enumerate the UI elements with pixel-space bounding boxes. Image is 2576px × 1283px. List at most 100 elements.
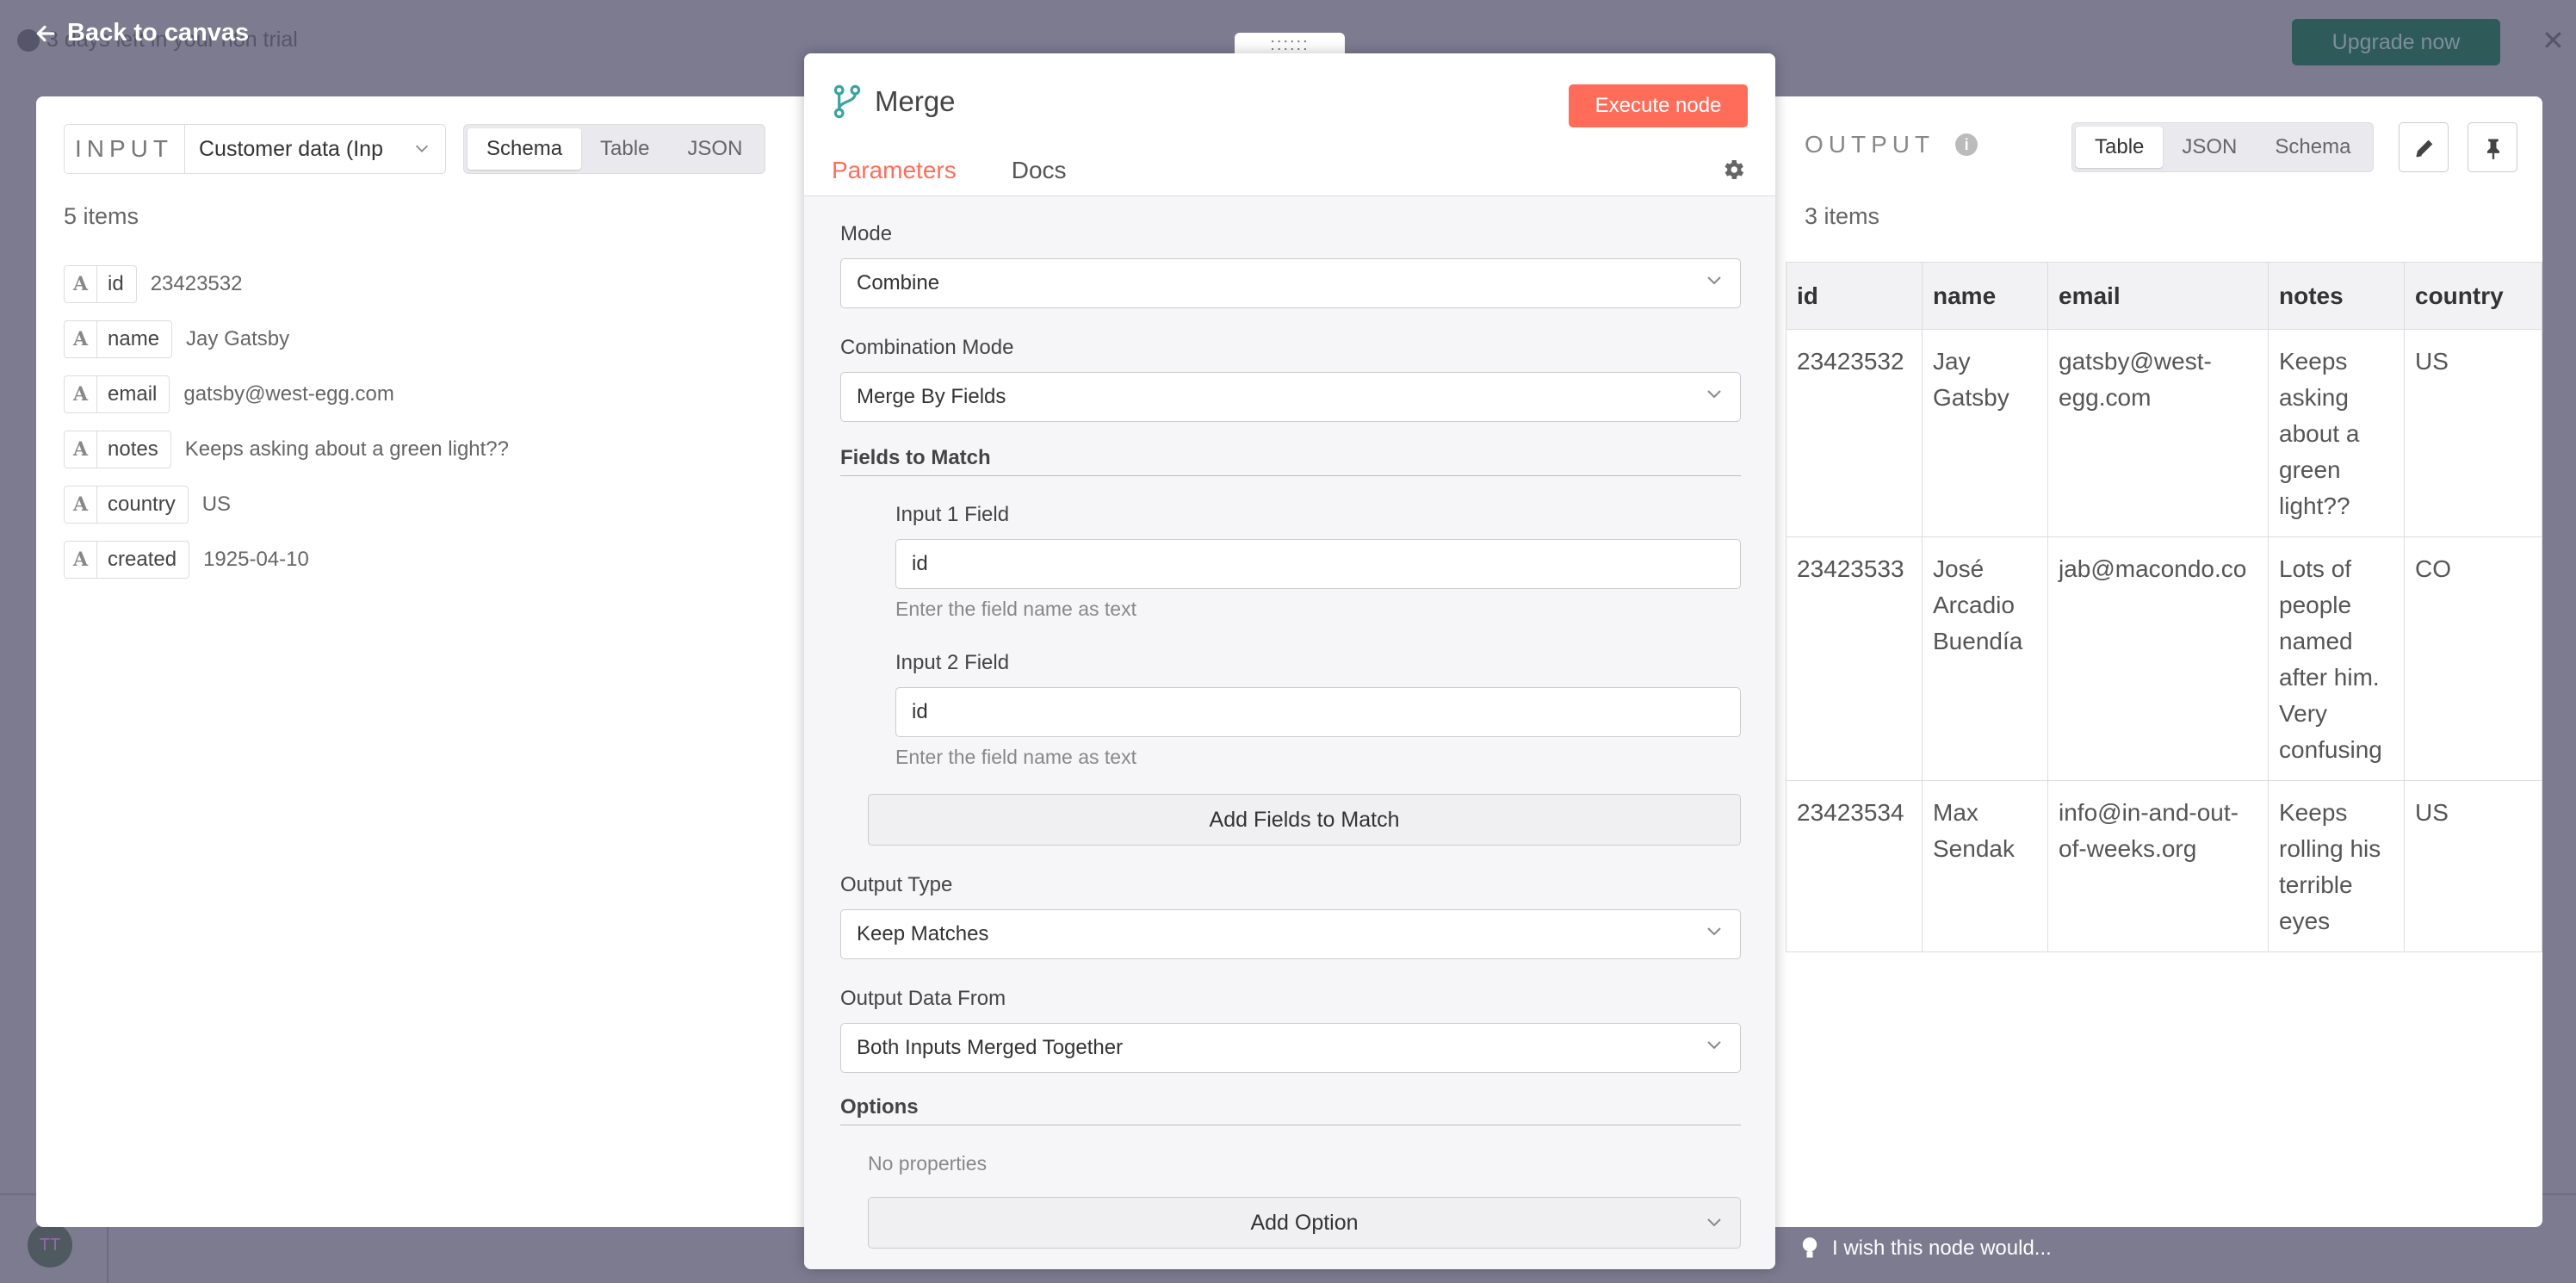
output-view-table[interactable]: Table xyxy=(2076,127,2164,168)
schema-key[interactable]: Anotes xyxy=(64,431,171,468)
output-table: id name email notes country 23423532 Jay… xyxy=(1786,262,2542,952)
input-source-value: Customer data (Inp xyxy=(199,137,383,161)
node-title: Merge xyxy=(833,84,956,119)
output-type-select[interactable]: Keep Matches xyxy=(840,909,1741,959)
string-type-icon: A xyxy=(65,487,97,523)
schema-row: Acreated 1925-04-10 xyxy=(64,541,309,579)
add-option-label: Add Option xyxy=(1250,1211,1359,1235)
input-view-schema[interactable]: Schema xyxy=(468,128,582,170)
chevron-down-icon xyxy=(1707,927,1721,936)
upgrade-button: Upgrade now xyxy=(2292,19,2500,65)
input-items-count: 5 items xyxy=(64,203,139,229)
back-to-canvas-link[interactable]: Back to canvas xyxy=(34,19,249,47)
fields-to-match-title: Fields to Match xyxy=(840,446,1741,476)
mode-value: Combine xyxy=(857,271,940,294)
execute-node-button[interactable]: Execute node xyxy=(1569,84,1748,127)
output-data-from-value: Both Inputs Merged Together xyxy=(857,1036,1124,1059)
back-link-label: Back to canvas xyxy=(67,19,250,46)
input-panel: INPUT Customer data (Inp Schema Table JS… xyxy=(36,96,811,1227)
schema-row: Aemail gatsby@west-egg.com xyxy=(64,375,394,413)
table-cell: gatsby@west-egg.com xyxy=(2047,329,2269,537)
output-type-value: Keep Matches xyxy=(857,922,989,945)
schema-key[interactable]: Aemail xyxy=(64,375,170,413)
input1-field-input[interactable]: id xyxy=(895,539,1741,589)
pin-data-button[interactable] xyxy=(2468,122,2517,172)
output-view-schema[interactable]: Schema xyxy=(2256,127,2369,168)
output-data-from-select[interactable]: Both Inputs Merged Together xyxy=(840,1023,1741,1073)
schema-key[interactable]: Aname xyxy=(64,320,173,358)
schema-value: Keeps asking about a green light?? xyxy=(184,437,509,461)
string-type-icon: A xyxy=(65,376,97,412)
table-cell: CO xyxy=(2404,536,2542,781)
table-cell: Keeps rolling his terrible eyes xyxy=(2268,780,2405,952)
arrow-left-icon xyxy=(36,25,55,41)
input2-field-hint: Enter the field name as text xyxy=(895,746,1136,768)
output-view-json[interactable]: JSON xyxy=(2163,127,2256,168)
no-properties-text: No properties xyxy=(868,1152,988,1175)
merge-icon xyxy=(833,84,861,119)
chevron-down-icon xyxy=(1707,390,1721,399)
schema-value: gatsby@west-egg.com xyxy=(183,382,394,406)
schema-row: Acountry US xyxy=(64,486,231,524)
close-icon: ✕ xyxy=(2542,25,2565,56)
schema-value: US xyxy=(201,493,232,516)
column-header-id[interactable]: id xyxy=(1786,262,1923,330)
pin-icon xyxy=(2487,139,2499,159)
edit-output-button[interactable] xyxy=(2399,122,2449,172)
column-header-country[interactable]: country xyxy=(2404,262,2542,330)
lightbulb-icon xyxy=(1802,1237,1817,1258)
schema-row: Aid 23423532 xyxy=(64,265,242,303)
table-cell: jab@macondo.co xyxy=(2047,536,2269,781)
table-cell: José Arcadio Buendía xyxy=(1922,536,2048,781)
input2-field-input[interactable]: id xyxy=(895,687,1741,737)
table-cell: US xyxy=(2404,329,2542,537)
chevron-down-icon xyxy=(1707,1218,1721,1227)
string-type-icon: A xyxy=(65,542,97,578)
options-title: Options xyxy=(840,1095,1741,1125)
feedback-label: I wish this node would... xyxy=(1832,1237,2052,1260)
output-items-count: 3 items xyxy=(1805,203,1880,229)
column-header-name[interactable]: name xyxy=(1922,262,2048,330)
add-fields-to-match-button[interactable]: Add Fields to Match xyxy=(868,794,1741,846)
mode-label: Mode xyxy=(840,222,893,245)
combination-mode-value: Merge By Fields xyxy=(857,385,1006,408)
schema-key-label: id xyxy=(108,272,124,295)
avatar: TT xyxy=(28,1223,72,1268)
table-cell: 23423532 xyxy=(1786,329,1923,537)
input-label: INPUT xyxy=(65,125,185,173)
table-row: 23423534 Max Sendak info@in-and-out-of-w… xyxy=(1786,780,2542,952)
table-cell: 23423533 xyxy=(1786,536,1923,781)
schema-row: Anotes Keeps asking about a green light?… xyxy=(64,431,509,468)
input2-field-label: Input 2 Field xyxy=(895,651,1010,674)
table-cell: Keeps asking about a green light?? xyxy=(2268,329,2405,537)
schema-key[interactable]: Acountry xyxy=(64,486,189,524)
combination-mode-select[interactable]: Merge By Fields xyxy=(840,372,1741,422)
chevron-down-icon xyxy=(1707,276,1721,285)
schema-value: Jay Gatsby xyxy=(186,327,290,350)
schema-key-label: email xyxy=(108,382,158,406)
output-type-label: Output Type xyxy=(840,873,953,896)
column-header-email[interactable]: email xyxy=(2047,262,2269,330)
node-name[interactable]: Merge xyxy=(875,85,956,118)
column-header-notes[interactable]: notes xyxy=(2268,262,2405,330)
feedback-link[interactable]: I wish this node would... xyxy=(1801,1237,2052,1261)
gear-icon[interactable] xyxy=(1720,157,1746,183)
output-data-from-label: Output Data From xyxy=(840,987,1006,1010)
schema-key[interactable]: Acreated xyxy=(64,541,190,579)
input-source-select[interactable]: Customer data (Inp xyxy=(185,125,445,173)
table-row: 23423533 José Arcadio Buendía jab@macond… xyxy=(1786,536,2542,781)
string-type-icon: A xyxy=(65,431,97,468)
add-option-button[interactable]: Add Option xyxy=(868,1197,1741,1249)
input-view-table[interactable]: Table xyxy=(581,128,668,170)
mode-select[interactable]: Combine xyxy=(840,258,1741,308)
schema-value: 1925-04-10 xyxy=(203,548,309,571)
input-view-json[interactable]: JSON xyxy=(668,128,761,170)
table-cell: 23423534 xyxy=(1786,780,1923,952)
table-cell: info@in-and-out-of-weeks.org xyxy=(2047,780,2269,952)
table-cell: US xyxy=(2404,780,2542,952)
combination-mode-label: Combination Mode xyxy=(840,336,1014,359)
schema-key-label: notes xyxy=(108,437,158,461)
schema-key[interactable]: Aid xyxy=(64,265,137,303)
schema-value: 23423532 xyxy=(150,272,243,295)
info-icon[interactable]: i xyxy=(1955,133,1978,156)
